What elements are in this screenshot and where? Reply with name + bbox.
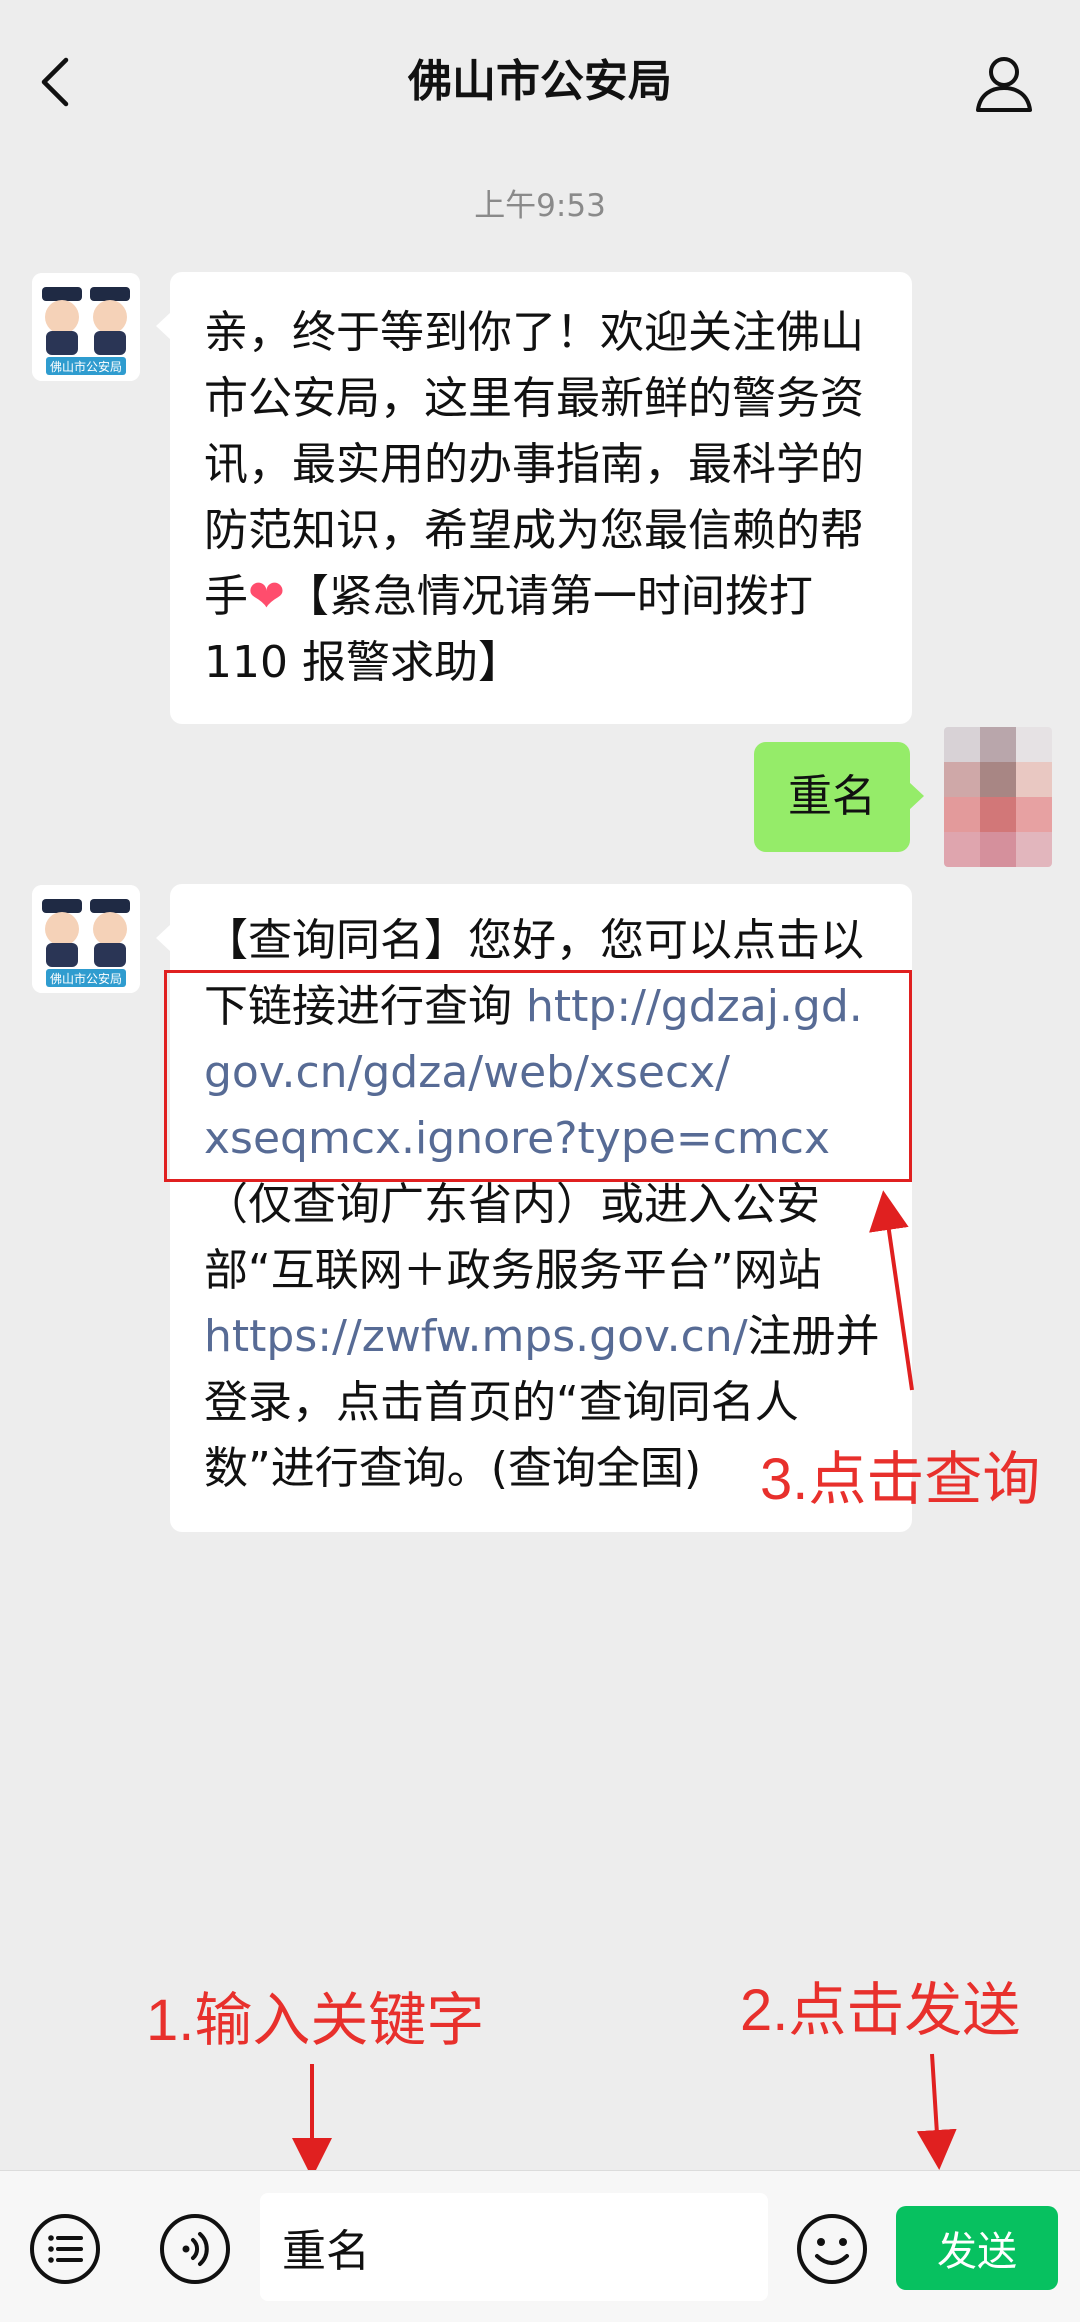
query-link-national[interactable]: https://zwfw.mps.gov.cn/	[204, 1311, 748, 1362]
annotation-step2: 2.点击发送	[740, 1978, 1021, 2043]
annotation-box-link	[164, 970, 912, 1182]
user-avatar[interactable]	[944, 727, 1052, 867]
message-bubble-user: 重名	[754, 742, 924, 852]
smiley-icon[interactable]	[795, 2212, 869, 2286]
chat-header: 佛山市公安局	[0, 0, 1080, 170]
official-avatar[interactable]: 佛山市公安局	[32, 273, 140, 381]
heart-emoji: ❤	[248, 571, 285, 622]
arrow-to-send	[916, 2053, 957, 2170]
message-text: 重名	[788, 771, 876, 822]
message-bubble-welcome: 亲，终于等到你了！欢迎关注佛山市公安局，这里有最新鲜的警务资讯，最实用的办事指南…	[156, 272, 912, 724]
annotation-step1: 1.输入关键字	[146, 1988, 485, 2053]
user-icon[interactable]	[972, 52, 1036, 116]
message-input[interactable]	[260, 2193, 768, 2301]
message-text: （仅查询广东省内）或进入公安部“互联网＋政务服务平台”网站	[204, 1179, 822, 1296]
avatar-badge-text: 佛山市公安局	[50, 359, 122, 374]
annotation-step3: 3.点击查询	[760, 1447, 1041, 1512]
message-text-emergency: 【紧急情况请第一时间拨打110 报警求助】	[204, 571, 813, 688]
list-icon[interactable]	[28, 2212, 102, 2286]
voice-icon[interactable]	[158, 2212, 232, 2286]
avatar-badge-text: 佛山市公安局	[50, 971, 122, 986]
page-title: 佛山市公安局	[408, 56, 672, 107]
official-avatar[interactable]: 佛山市公安局	[32, 885, 140, 993]
send-button[interactable]: 发送	[896, 2206, 1058, 2290]
message-timestamp: 上午9:53	[474, 188, 606, 224]
